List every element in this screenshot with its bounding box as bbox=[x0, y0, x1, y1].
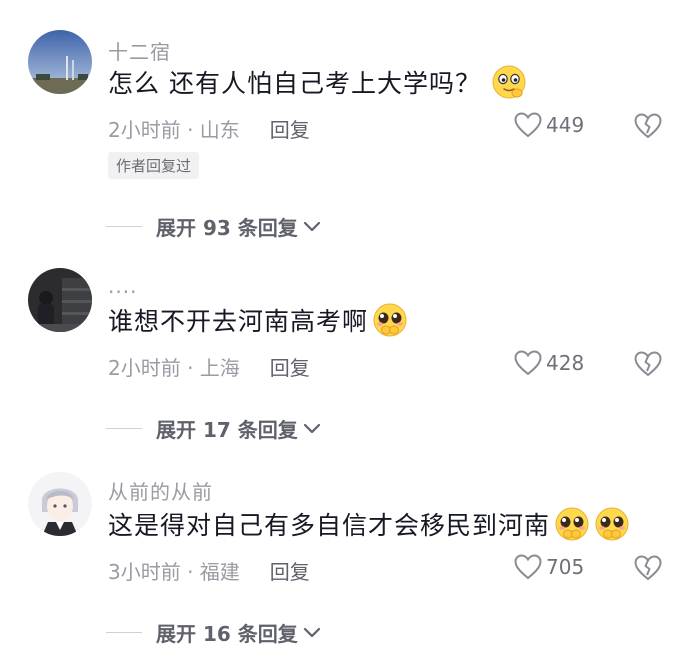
avatar-image bbox=[28, 268, 92, 332]
comment-text-body: 谁想不开去河南高考啊 bbox=[108, 307, 369, 336]
comment-text: 谁想不开去河南高考啊 bbox=[108, 302, 408, 338]
reply-button[interactable]: 回复 bbox=[270, 556, 310, 585]
like-count: 428 bbox=[546, 351, 585, 375]
dislike-button[interactable] bbox=[634, 350, 662, 378]
divider-line bbox=[106, 226, 142, 227]
comment-text: 这是得对自己有多自信才会移民到河南 bbox=[108, 506, 630, 542]
broken-heart-icon bbox=[634, 113, 662, 139]
pleading-emoji-icon bbox=[372, 302, 408, 338]
comment-meta: 2小时前 · 上海 回复 bbox=[108, 352, 310, 381]
author-replied-badge: 作者回复过 bbox=[108, 152, 200, 179]
chevron-down-icon bbox=[303, 423, 320, 433]
reply-button[interactable]: 回复 bbox=[270, 352, 310, 381]
dislike-button[interactable] bbox=[634, 554, 662, 582]
divider-line bbox=[106, 632, 142, 633]
expand-replies-label: 展开 93 条回复 bbox=[156, 216, 298, 240]
chevron-down-icon bbox=[303, 221, 320, 231]
avatar-image bbox=[28, 30, 92, 94]
like-button[interactable]: 428 bbox=[514, 350, 584, 376]
like-button[interactable]: 705 bbox=[514, 554, 584, 580]
username[interactable]: 十二宿 bbox=[108, 36, 171, 65]
like-button[interactable]: 449 bbox=[514, 112, 584, 138]
like-count: 449 bbox=[546, 113, 585, 137]
heart-icon bbox=[514, 112, 542, 138]
time-location: 2小时前 · 上海 bbox=[108, 356, 240, 380]
expand-replies-button[interactable]: 展开 17 条回复 bbox=[106, 414, 322, 443]
smile-emoji-icon bbox=[491, 64, 527, 100]
heart-icon bbox=[514, 554, 542, 580]
dislike-button[interactable] bbox=[634, 112, 662, 140]
avatar[interactable] bbox=[28, 30, 92, 94]
heart-icon bbox=[514, 350, 542, 376]
pleading-emoji-icon bbox=[594, 506, 630, 542]
chevron-down-icon bbox=[303, 627, 320, 637]
avatar[interactable] bbox=[28, 472, 92, 536]
avatar[interactable] bbox=[28, 268, 92, 332]
expand-replies-label: 展开 17 条回复 bbox=[156, 418, 298, 442]
comment-meta: 2小时前 · 山东 回复 bbox=[108, 114, 310, 143]
expand-replies-label: 展开 16 条回复 bbox=[156, 622, 298, 646]
comment-meta: 3小时前 · 福建 回复 bbox=[108, 556, 310, 585]
like-count: 705 bbox=[546, 555, 585, 579]
username[interactable]: 从前的从前 bbox=[108, 476, 213, 505]
comment-text: 怎么 还有人怕自己考上大学吗？ bbox=[108, 64, 527, 100]
expand-replies-button[interactable]: 展开 16 条回复 bbox=[106, 618, 322, 647]
time-location: 2小时前 · 山东 bbox=[108, 118, 240, 142]
broken-heart-icon bbox=[634, 555, 662, 581]
comment-text-body: 这是得对自己有多自信才会移民到河南 bbox=[108, 511, 551, 540]
broken-heart-icon bbox=[634, 351, 662, 377]
time-location: 3小时前 · 福建 bbox=[108, 560, 240, 584]
comment-text-body: 怎么 还有人怕自己考上大学吗？ bbox=[108, 69, 481, 98]
reply-button[interactable]: 回复 bbox=[270, 114, 310, 143]
expand-replies-button[interactable]: 展开 93 条回复 bbox=[106, 212, 322, 241]
username[interactable]: .... bbox=[108, 274, 137, 298]
divider-line bbox=[106, 428, 142, 429]
pleading-emoji-icon bbox=[554, 506, 590, 542]
avatar-image bbox=[28, 472, 92, 536]
